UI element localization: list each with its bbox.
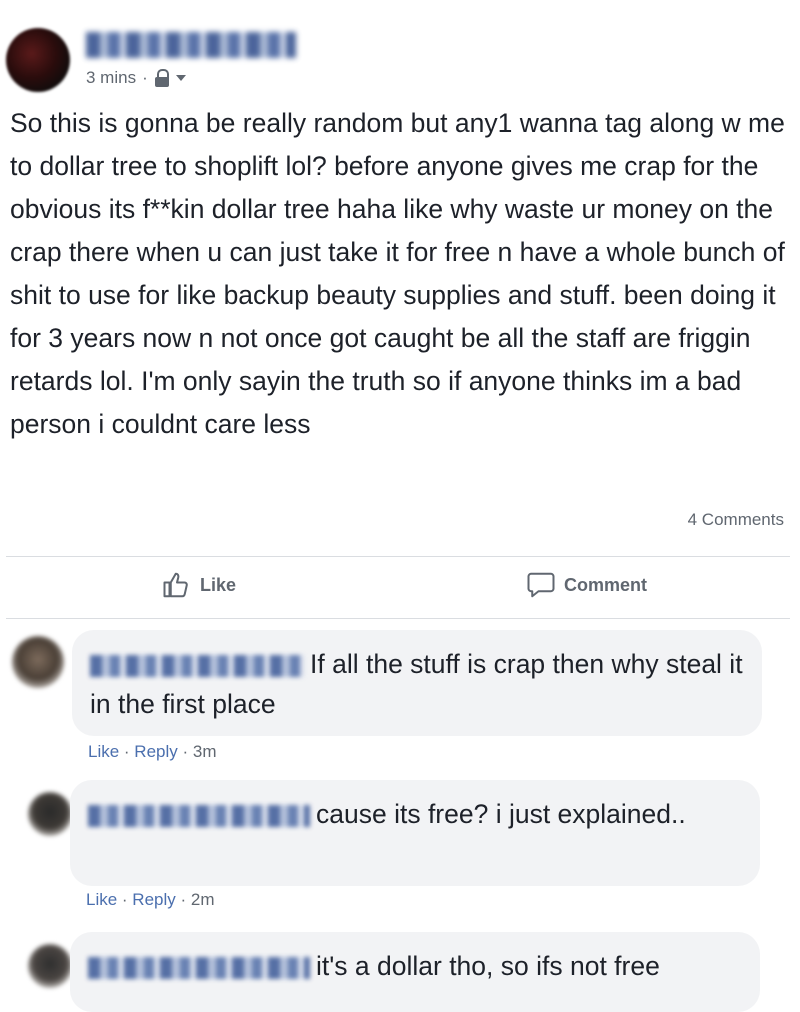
thumbs-up-icon bbox=[162, 570, 192, 600]
comment-meta: Like · Reply · 3m bbox=[88, 742, 217, 761]
post-meta: 3 mins · bbox=[86, 68, 186, 88]
author-name-blurred[interactable] bbox=[86, 32, 296, 58]
comment-time[interactable]: 3m bbox=[193, 742, 217, 761]
comment-reply-link[interactable]: Reply bbox=[132, 890, 175, 909]
avatar[interactable] bbox=[28, 792, 72, 836]
post-text: So this is gonna be really random but an… bbox=[10, 108, 785, 439]
post-header: 3 mins · bbox=[0, 12, 800, 92]
meta-separator: · bbox=[142, 68, 148, 87]
comment-time[interactable]: 2m bbox=[191, 890, 215, 909]
divider bbox=[6, 618, 790, 619]
avatar[interactable] bbox=[6, 28, 70, 92]
comment-reply-link[interactable]: Reply bbox=[134, 742, 177, 761]
comment-text: cause its free? i just explained.. bbox=[316, 799, 686, 829]
comment-button[interactable]: Comment bbox=[526, 570, 647, 600]
chevron-down-icon[interactable] bbox=[175, 75, 186, 81]
comment-text: it's a dollar tho, so ifs not free bbox=[316, 951, 660, 981]
commenter-name-blurred[interactable] bbox=[90, 655, 304, 677]
divider bbox=[6, 556, 790, 557]
comment-like-link[interactable]: Like bbox=[88, 742, 119, 761]
action-bar: Like Comment bbox=[0, 560, 800, 616]
commenter-name-blurred[interactable] bbox=[88, 805, 310, 827]
avatar[interactable] bbox=[28, 944, 72, 988]
comment-bubble: cause its free? i just explained.. bbox=[70, 780, 760, 886]
comments-count[interactable]: 4 Comments bbox=[688, 510, 784, 530]
like-button[interactable]: Like bbox=[162, 570, 236, 600]
comment-bubble: If all the stuff is crap then why steal … bbox=[72, 630, 762, 736]
comment-meta: Like · Reply · 2m bbox=[86, 890, 215, 909]
commenter-name-blurred[interactable] bbox=[88, 957, 310, 979]
comment-bubble: it's a dollar tho, so ifs not free bbox=[70, 932, 760, 1012]
post-time[interactable]: 3 mins bbox=[86, 68, 136, 88]
like-label: Like bbox=[200, 574, 237, 595]
comment-icon bbox=[526, 570, 556, 600]
comment-like-link[interactable]: Like bbox=[86, 890, 117, 909]
comment-label: Comment bbox=[564, 574, 648, 595]
lock-icon[interactable] bbox=[154, 69, 170, 87]
avatar[interactable] bbox=[12, 636, 64, 688]
